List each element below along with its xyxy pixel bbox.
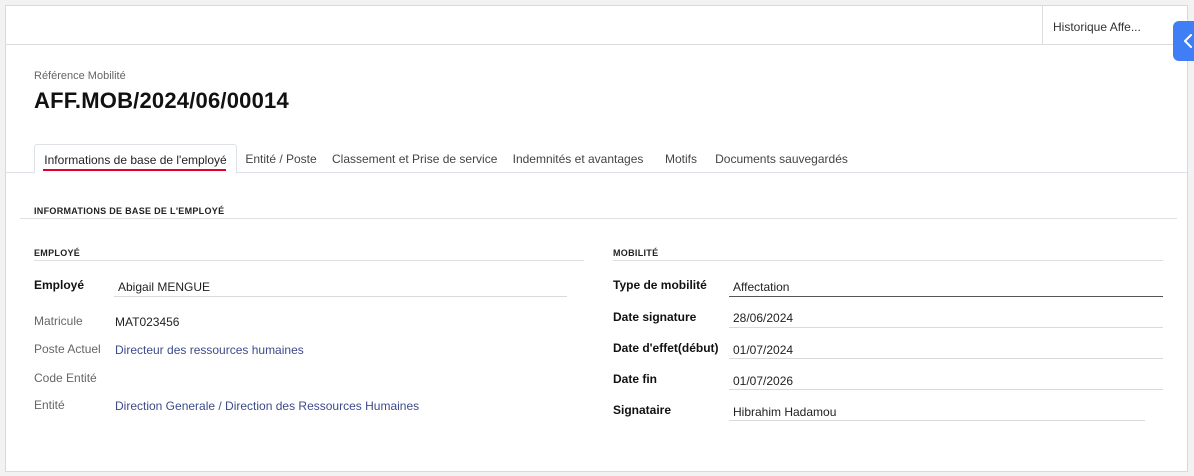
reference-value: AFF.MOB/2024/06/00014 — [34, 88, 289, 113]
tab-motifs[interactable]: Motifs — [658, 144, 704, 173]
type-mobilite-field[interactable]: Affectation — [733, 280, 789, 294]
historique-affectation-button[interactable]: Historique Affe... — [1042, 6, 1187, 45]
reference-label: Référence Mobilité — [34, 70, 126, 82]
employee-field-underline — [114, 296, 567, 297]
tab-documents[interactable]: Documents sauvegardés — [714, 144, 849, 173]
employee-group-divider — [34, 260, 584, 261]
date-signature-field[interactable]: 28/06/2024 — [733, 311, 793, 325]
signataire-label: Signataire — [613, 403, 672, 417]
section-title: INFORMATIONS DE BASE DE L'EMPLOYÉ — [34, 206, 225, 216]
employee-group-title: EMPLOYÉ — [34, 248, 81, 258]
code-entite-label: Code Entité — [34, 371, 97, 385]
date-effet-underline — [729, 358, 1163, 359]
date-effet-label: Date d'effet(début) — [613, 341, 719, 355]
date-fin-field[interactable]: 01/07/2026 — [733, 374, 793, 388]
employee-label: Employé — [34, 278, 85, 292]
employee-field[interactable]: Abigail MENGUE — [118, 280, 210, 294]
date-fin-label: Date fin — [613, 372, 658, 386]
matricule-value: MAT023456 — [115, 315, 180, 329]
form-sheet: Historique Affe... Référence Mobilité AF… — [5, 5, 1188, 472]
mobility-group-title: MOBILITÉ — [613, 248, 659, 258]
tab-indemnites[interactable]: Indemnités et avantages — [509, 144, 647, 173]
poste-actuel-link[interactable]: Directeur des ressources humaines — [115, 343, 304, 357]
tab-informations-base[interactable]: Informations de base de l'employé — [34, 144, 237, 174]
type-mobilite-label: Type de mobilité — [613, 278, 707, 292]
type-mobilite-underline — [729, 296, 1163, 297]
poste-actuel-label: Poste Actuel — [34, 342, 101, 356]
date-fin-underline — [729, 389, 1163, 390]
chevron-left-icon — [1184, 34, 1192, 48]
tab-entite-poste[interactable]: Entité / Poste — [241, 144, 321, 173]
entite-label: Entité — [34, 398, 65, 412]
date-signature-underline — [729, 327, 1163, 328]
section-divider — [20, 218, 1177, 219]
entite-link[interactable]: Direction Generale / Direction des Resso… — [115, 399, 419, 413]
button-box: Historique Affe... — [6, 6, 1187, 45]
tab-classement[interactable]: Classement et Prise de service — [332, 144, 497, 173]
date-effet-field[interactable]: 01/07/2024 — [733, 343, 793, 357]
signataire-field[interactable]: Hibrahim Hadamou — [733, 405, 836, 419]
tab-label: Informations de base de l'employé — [44, 153, 227, 167]
date-signature-label: Date signature — [613, 310, 697, 324]
signataire-underline — [729, 420, 1145, 421]
active-tab-indicator — [43, 169, 226, 171]
notebook-tabs: Informations de base de l'employé Entité… — [6, 144, 1187, 174]
side-panel-toggle[interactable] — [1173, 21, 1194, 61]
mobility-group-divider — [613, 260, 1163, 261]
matricule-label: Matricule — [34, 314, 83, 328]
